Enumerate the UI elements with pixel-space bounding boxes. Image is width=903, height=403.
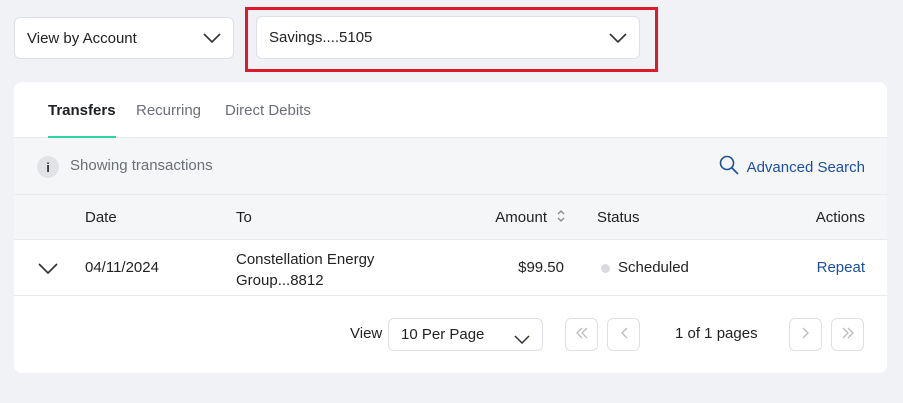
status-dot-icon bbox=[601, 263, 610, 273]
pagination: View 10 Per Page 1 of 1 pages bbox=[14, 296, 887, 373]
chevron-down-icon bbox=[514, 331, 530, 348]
advanced-search-link[interactable]: Advanced Search bbox=[719, 155, 865, 179]
row-to: Constellation Energy Group...8812 bbox=[236, 249, 374, 291]
chevron-left-icon bbox=[620, 326, 628, 343]
tab-recurring[interactable]: Recurring bbox=[136, 82, 201, 138]
expand-chevron-icon[interactable] bbox=[38, 261, 58, 278]
last-page-button[interactable] bbox=[831, 318, 864, 351]
table-row: 04/11/2024 Constellation Energy Group...… bbox=[14, 240, 887, 296]
info-bar: i Showing transactions Advanced Search bbox=[14, 138, 887, 195]
view-label: View bbox=[350, 325, 383, 342]
row-amount: $99.50 bbox=[518, 259, 564, 276]
tab-direct-debits[interactable]: Direct Debits bbox=[225, 82, 311, 138]
table-header: Date To Amount Status Actions bbox=[14, 195, 887, 240]
sort-icon[interactable] bbox=[556, 209, 566, 227]
view-by-label: View by Account bbox=[27, 29, 137, 47]
row-to-line1: Constellation Energy bbox=[236, 251, 375, 268]
col-to: To bbox=[236, 209, 252, 226]
per-page-label: 10 Per Page bbox=[401, 326, 485, 343]
prev-page-button[interactable] bbox=[607, 318, 640, 351]
tab-bar: Transfers Recurring Direct Debits bbox=[14, 82, 887, 139]
col-actions: Actions bbox=[815, 209, 865, 226]
advanced-search-label: Advanced Search bbox=[746, 158, 865, 176]
first-page-button[interactable] bbox=[565, 318, 598, 351]
chevron-down-icon bbox=[203, 33, 221, 43]
double-chevron-right-icon bbox=[841, 326, 855, 343]
highlight-box bbox=[245, 7, 658, 72]
chevron-right-icon bbox=[802, 326, 810, 343]
search-icon bbox=[719, 155, 739, 179]
row-date: 04/11/2024 bbox=[85, 259, 159, 276]
col-status: Status bbox=[597, 209, 640, 226]
view-by-select[interactable]: View by Account bbox=[14, 17, 234, 59]
col-amount[interactable]: Amount bbox=[495, 209, 547, 226]
tab-transfers[interactable]: Transfers bbox=[48, 82, 116, 139]
next-page-button[interactable] bbox=[789, 318, 822, 351]
transfers-card: Transfers Recurring Direct Debits i Show… bbox=[14, 82, 887, 373]
info-text: Showing transactions bbox=[70, 157, 213, 174]
double-chevron-left-icon bbox=[575, 326, 589, 343]
row-to-line2: Group...8812 bbox=[236, 272, 324, 289]
page-info: 1 of 1 pages bbox=[675, 325, 758, 342]
per-page-select[interactable]: 10 Per Page bbox=[388, 318, 543, 351]
row-status: Scheduled bbox=[601, 259, 689, 276]
col-date: Date bbox=[85, 209, 117, 226]
repeat-link[interactable]: Repeat bbox=[817, 259, 865, 276]
row-status-label: Scheduled bbox=[618, 259, 689, 276]
info-icon: i bbox=[37, 156, 59, 178]
